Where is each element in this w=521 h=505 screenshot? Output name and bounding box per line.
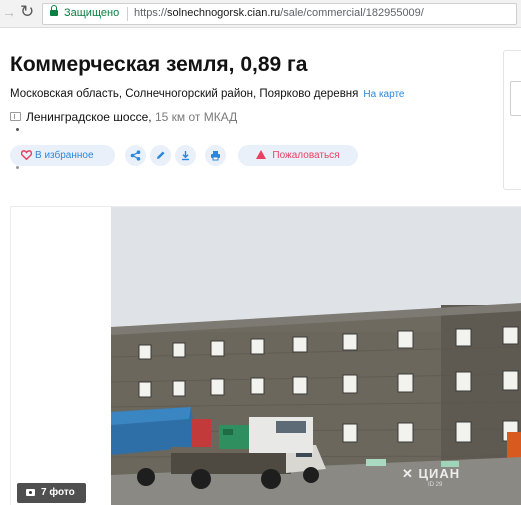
security-label: Защищено bbox=[64, 7, 120, 19]
camera-icon bbox=[26, 489, 35, 496]
download-button[interactable] bbox=[175, 145, 196, 166]
watermark-text: ЦИАН bbox=[418, 466, 461, 481]
share-button[interactable] bbox=[125, 145, 146, 166]
listing-address: Московская область, Солнечногорский райо… bbox=[10, 88, 404, 100]
photo-gallery bbox=[10, 206, 521, 505]
url-path: /sale/commercial/182955009/ bbox=[280, 7, 424, 19]
map-link[interactable]: На карте bbox=[363, 89, 404, 100]
page-title: Коммерческая земля, 0,89 га bbox=[10, 53, 308, 76]
highway-info: Ленинградское шоссе, 15 км от МКАД bbox=[10, 110, 237, 124]
report-label: Пожаловаться bbox=[272, 150, 340, 161]
report-button[interactable]: Пожаловаться bbox=[238, 145, 358, 166]
address-divider bbox=[127, 7, 128, 21]
lock-icon bbox=[50, 5, 58, 16]
highway-distance: 15 км от МКАД bbox=[154, 110, 238, 124]
favorite-button[interactable]: В избранное bbox=[10, 145, 115, 166]
panel-marker bbox=[16, 166, 19, 169]
address-text: Московская область, Солнечногорский райо… bbox=[10, 88, 359, 100]
printer-icon bbox=[211, 151, 220, 161]
pencil-icon bbox=[157, 151, 165, 159]
address-bar[interactable]: Защищено https://solnechnogorsk.cian.ru/… bbox=[42, 3, 517, 25]
download-icon bbox=[182, 151, 189, 161]
url-scheme: https:// bbox=[134, 7, 168, 19]
cian-watermark: ✕ ЦИАН bbox=[402, 466, 461, 481]
road-icon bbox=[10, 112, 21, 121]
forward-icon[interactable]: → bbox=[2, 4, 16, 20]
share-icon bbox=[130, 150, 141, 161]
reload-icon[interactable]: ↻ bbox=[20, 2, 34, 22]
watermark-id: ID 29 bbox=[428, 482, 443, 488]
panel-marker bbox=[16, 128, 19, 131]
print-button[interactable] bbox=[205, 145, 226, 166]
heart-icon bbox=[21, 150, 32, 160]
url-host: solnechnogorsk.cian.ru bbox=[167, 7, 281, 19]
favorite-label: В избранное bbox=[35, 150, 94, 161]
highway-name: Ленинградское шоссе, bbox=[26, 110, 152, 124]
main-photo[interactable] bbox=[111, 207, 521, 505]
warning-icon bbox=[256, 150, 267, 159]
contact-panel bbox=[503, 50, 521, 190]
url-text[interactable]: https://solnechnogorsk.cian.ru/sale/comm… bbox=[134, 7, 424, 19]
browser-toolbar: → ↻ Защищено https://solnechnogorsk.cian… bbox=[0, 0, 521, 28]
photo-count-badge[interactable]: 7 фото bbox=[17, 483, 86, 503]
contact-panel-box bbox=[510, 81, 521, 116]
edit-button[interactable] bbox=[150, 145, 171, 166]
building-photo bbox=[111, 207, 521, 505]
photo-count-label: 7 фото bbox=[41, 487, 75, 498]
